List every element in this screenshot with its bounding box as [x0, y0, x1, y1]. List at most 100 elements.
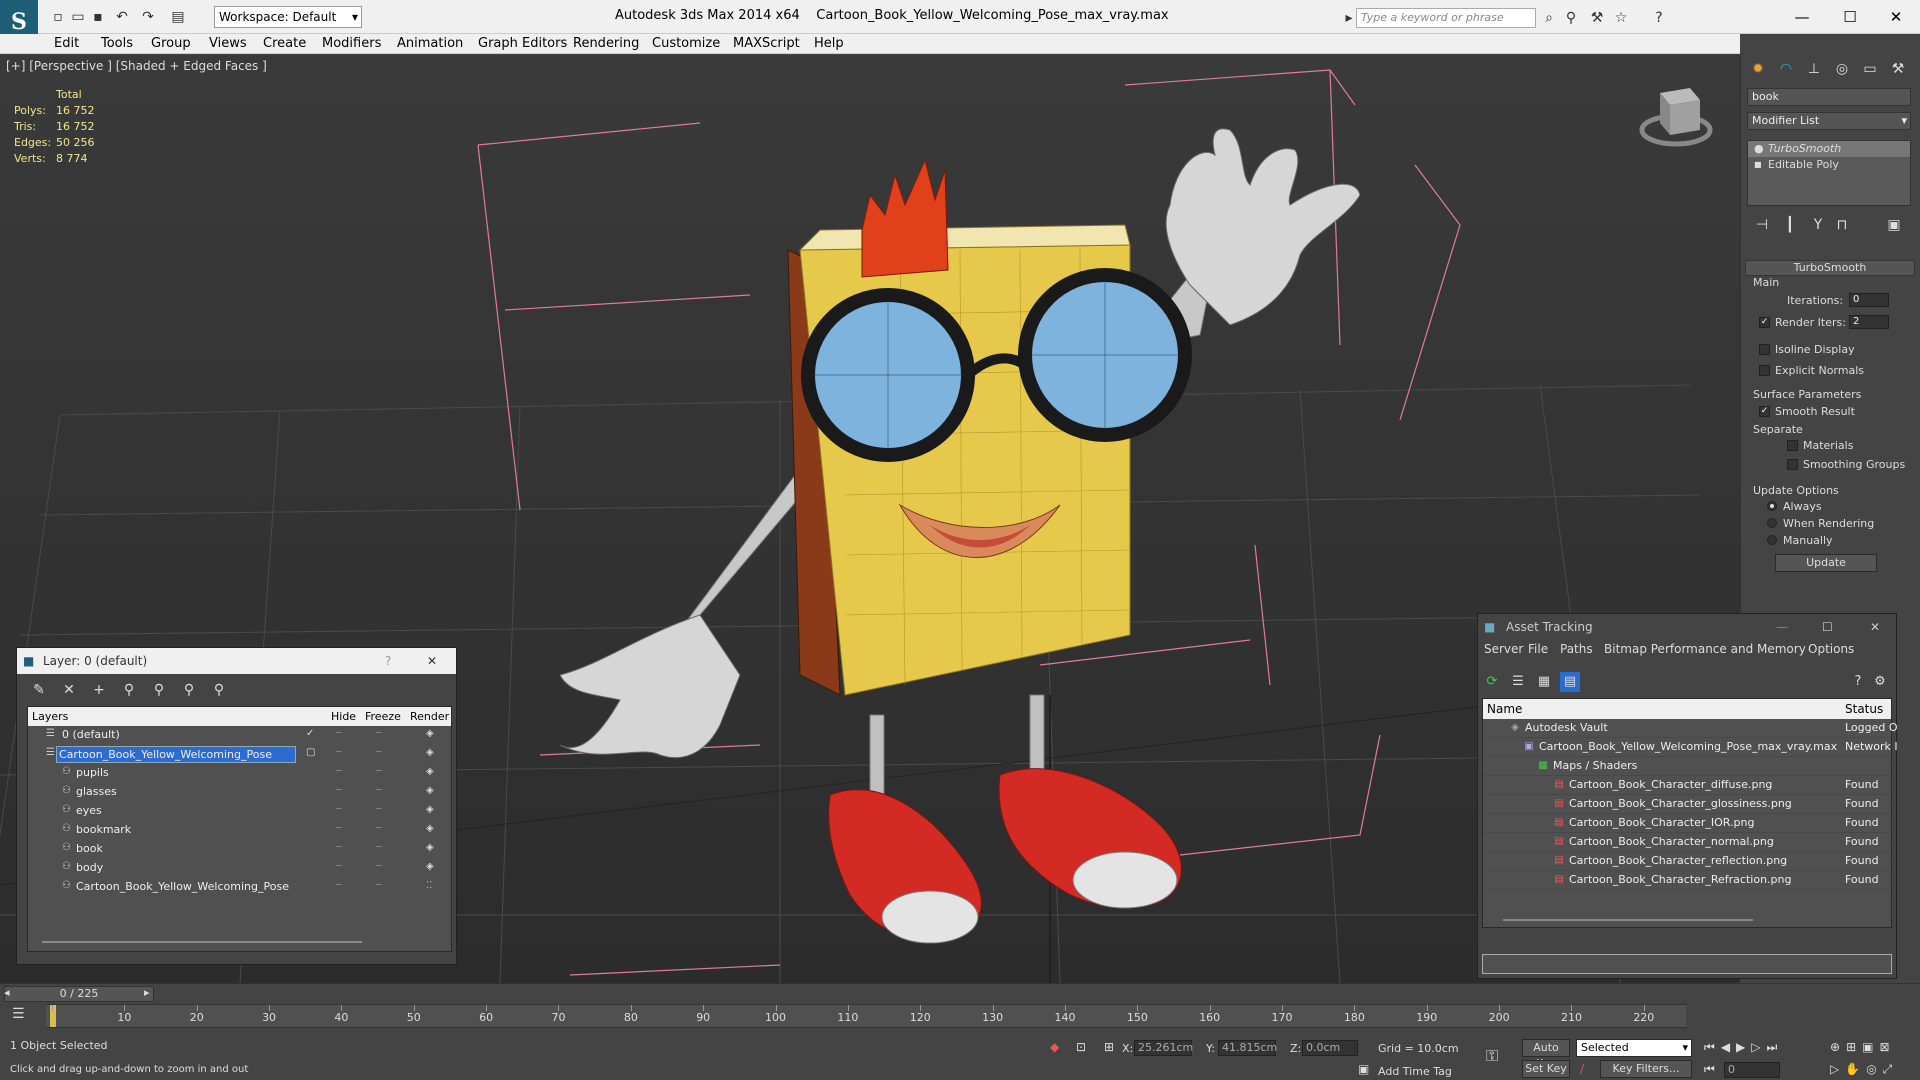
- smoothing-groups-checkbox[interactable]: [1787, 459, 1798, 470]
- manually-radio[interactable]: [1767, 535, 1777, 545]
- layer-row[interactable]: ⚇ pupils ┄ ┄ ◈: [28, 764, 451, 783]
- freeze-toggle[interactable]: ┄: [376, 804, 382, 815]
- always-radio[interactable]: [1767, 501, 1777, 511]
- horizontal-scrollbar[interactable]: [1503, 919, 1753, 921]
- asset-row[interactable]: ▣ Cartoon_Book_Yellow_Welcoming_Pose_max_…: [1483, 738, 1898, 757]
- layer-row[interactable]: ☰ 0 (default) ✓ ┄ ┄ ◈: [28, 726, 451, 745]
- select-objects-icon[interactable]: ⚲: [119, 680, 139, 700]
- redo-icon[interactable]: ↷: [138, 7, 158, 27]
- absolute-mode-icon[interactable]: ⊞: [1104, 1040, 1114, 1054]
- motion-tab-icon[interactable]: ◎: [1829, 58, 1855, 80]
- goto-start-icon[interactable]: ⏮: [1704, 1040, 1721, 1054]
- render-teapot-icon[interactable]: ◈: [426, 785, 434, 796]
- render-teapot-icon[interactable]: ◈: [426, 804, 434, 815]
- menu-customize[interactable]: Customize: [652, 36, 720, 51]
- render-teapot-icon[interactable]: ⁚⁚: [426, 880, 432, 891]
- layer-name[interactable]: 0 (default): [60, 727, 122, 744]
- set-key-button[interactable]: Set Key: [1522, 1060, 1570, 1078]
- project-folder-icon[interactable]: ▤: [168, 7, 188, 27]
- display-tab-icon[interactable]: ▭: [1857, 58, 1883, 80]
- layer-row[interactable]: ⚇ bookmark ┄ ┄ ◈: [28, 821, 451, 840]
- favorites-star-icon[interactable]: ☆: [1612, 9, 1630, 27]
- thumbnail-view-icon[interactable]: ▦: [1534, 672, 1554, 692]
- help-button[interactable]: ?: [385, 648, 391, 674]
- asset-menu-options[interactable]: Options: [1808, 642, 1854, 656]
- layer-name[interactable]: pupils: [74, 765, 111, 782]
- next-frame-icon[interactable]: ▷: [1751, 1040, 1766, 1054]
- hide-toggle[interactable]: ┄: [336, 804, 342, 815]
- expand-icon[interactable]: ■: [1754, 157, 1762, 173]
- key-selection-dropdown[interactable]: Selected ▾: [1576, 1039, 1692, 1057]
- layer-row[interactable]: ⚇ Cartoon_Book_Yellow_Welcoming_Pose ┄ ┄ ⁚⁚: [28, 878, 451, 897]
- layer-name[interactable]: bookmark: [74, 822, 133, 839]
- layer-name[interactable]: Cartoon_Book_Yellow_Welcoming_Pose: [56, 746, 296, 763]
- turbosmooth-rollout-header[interactable]: TurboSmooth: [1745, 260, 1915, 276]
- table-view-icon[interactable]: ▤: [1560, 672, 1580, 692]
- menu-graph-editors[interactable]: Graph Editors: [478, 36, 567, 51]
- slider-left-arrow-icon[interactable]: ◂: [4, 986, 10, 999]
- selection-lock-icon[interactable]: ⊡: [1076, 1040, 1086, 1054]
- stack-item-turbosmooth[interactable]: ● TurboSmooth: [1748, 141, 1910, 157]
- play-icon[interactable]: ▶: [1736, 1040, 1751, 1054]
- pan-icon[interactable]: ✋: [1845, 1062, 1866, 1076]
- time-cursor[interactable]: [50, 1005, 56, 1027]
- isolate-selection-icon[interactable]: ◆: [1050, 1040, 1059, 1054]
- set-key-mode-icon[interactable]: ⚿: [1486, 1046, 1498, 1066]
- open-file-icon[interactable]: ▭: [68, 7, 88, 27]
- layer-name[interactable]: eyes: [74, 803, 104, 820]
- undo-icon[interactable]: ↶: [112, 7, 132, 27]
- viewport-label[interactable]: [+] [Perspective ] [Shaded + Edged Faces…: [6, 59, 267, 73]
- fov-icon[interactable]: ▷: [1830, 1062, 1845, 1076]
- pin-stack-icon[interactable]: ⊣: [1749, 214, 1775, 236]
- zoom-extents-icon[interactable]: ▣: [1862, 1040, 1879, 1054]
- hide-toggle[interactable]: ┄: [336, 766, 342, 777]
- hierarchy-tab-icon[interactable]: ⊥: [1801, 58, 1827, 80]
- asset-menu-paths[interactable]: Paths: [1560, 642, 1593, 656]
- asset-path-field[interactable]: [1482, 954, 1892, 974]
- view-cube[interactable]: [1639, 88, 1713, 147]
- col-freeze[interactable]: Freeze: [365, 710, 401, 723]
- asset-row[interactable]: ▤ Cartoon_Book_Character_reflection.png Fo…: [1483, 852, 1891, 871]
- asset-row[interactable]: ▤ Cartoon_Book_Character_diffuse.png Found: [1483, 776, 1891, 795]
- add-to-layer-icon[interactable]: +: [89, 680, 109, 700]
- goto-end-icon[interactable]: ⏭: [1767, 1040, 1784, 1054]
- close-button[interactable]: ✕: [427, 648, 437, 674]
- z-coord-field[interactable]: 0.0cm: [1302, 1040, 1358, 1056]
- settings-icon[interactable]: ⚙: [1870, 672, 1890, 692]
- iterations-spinner[interactable]: 0: [1849, 293, 1889, 307]
- freeze-toggle[interactable]: ┄: [376, 728, 382, 739]
- y-coord-field[interactable]: 41.815cm: [1218, 1040, 1277, 1056]
- render-teapot-icon[interactable]: ◈: [426, 728, 434, 739]
- asset-row[interactable]: ▤ Cartoon_Book_Character_glossiness.png Fo…: [1483, 795, 1891, 814]
- freeze-toggle[interactable]: ┄: [376, 880, 382, 891]
- render-teapot-icon[interactable]: ◈: [426, 842, 434, 853]
- create-layer-icon[interactable]: ✎: [29, 680, 49, 700]
- key-filters-button[interactable]: Key Filters...: [1600, 1060, 1692, 1078]
- zoom-extents-all-icon[interactable]: ⊠: [1879, 1040, 1895, 1054]
- configure-sets-icon[interactable]: ▣: [1881, 214, 1907, 236]
- update-button[interactable]: Update: [1775, 554, 1877, 572]
- menu-edit[interactable]: Edit: [54, 36, 79, 51]
- show-end-result-icon[interactable]: ┃: [1777, 214, 1803, 236]
- menu-animation[interactable]: Animation: [397, 36, 463, 51]
- render-teapot-icon[interactable]: ◈: [426, 823, 434, 834]
- asset-row[interactable]: ▤ Cartoon_Book_Character_Refraction.png Fo…: [1483, 871, 1891, 890]
- refresh-icon[interactable]: ⟳: [1482, 672, 1502, 692]
- remove-modifier-icon[interactable]: ⊓: [1829, 214, 1855, 236]
- hide-toggle[interactable]: ┄: [336, 842, 342, 853]
- auto-key-button[interactable]: Auto Key: [1522, 1039, 1570, 1070]
- layer-name[interactable]: glasses: [74, 784, 119, 801]
- hide-toggle[interactable]: ┄: [336, 747, 342, 758]
- current-layer-check-icon[interactable]: ✓: [306, 728, 314, 739]
- col-hide[interactable]: Hide: [331, 710, 356, 723]
- col-render[interactable]: Render: [410, 710, 449, 723]
- current-frame-field[interactable]: 0: [1724, 1062, 1780, 1078]
- freeze-toggle[interactable]: ┄: [376, 785, 382, 796]
- smooth-result-checkbox[interactable]: ✓: [1759, 406, 1770, 417]
- set-current-layer-icon[interactable]: ⚲: [179, 680, 199, 700]
- asset-row[interactable]: ◈ Autodesk Vault Logged O: [1483, 719, 1898, 738]
- character-model[interactable]: [559, 128, 1361, 944]
- layer-row[interactable]: ☰ Cartoon_Book_Yellow_Welcoming_Pose ▢ ┄ ┄ ◈: [28, 745, 451, 764]
- asset-row[interactable]: ▩ Maps / Shaders: [1483, 757, 1891, 776]
- menu-help[interactable]: Help: [814, 36, 844, 51]
